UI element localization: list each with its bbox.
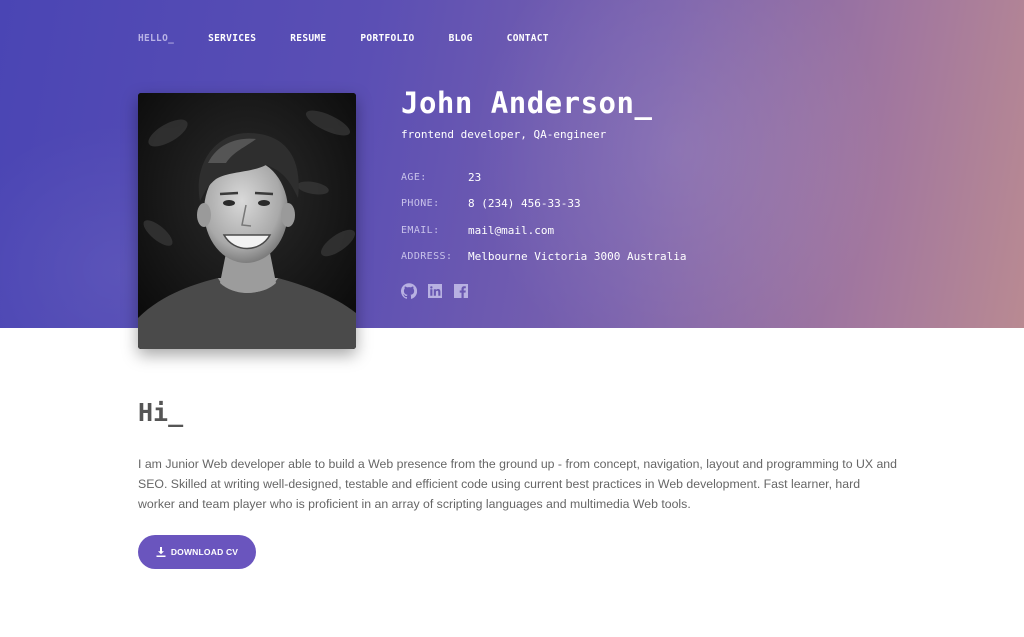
info-value: 8 (234) 456-33-33 bbox=[468, 197, 581, 211]
info-row-age: AGE: 23 bbox=[401, 171, 687, 197]
github-icon[interactable] bbox=[401, 283, 417, 299]
info-row-address: ADDRESS: Melbourne Victoria 3000 Austral… bbox=[401, 250, 687, 276]
profile-subtitle: frontend developer, QA-engineer bbox=[401, 128, 607, 141]
main-nav: HELLO_ SERVICES RESUME PORTFOLIO BLOG CO… bbox=[138, 33, 583, 44]
info-label: PHONE: bbox=[401, 198, 440, 210]
info-value: 23 bbox=[468, 171, 482, 184]
about-heading: Hi_ bbox=[138, 398, 184, 427]
profile-photo-illustration bbox=[138, 93, 356, 349]
profile-info-list: AGE: 23 PHONE: 8 (234) 456-33-33 EMAIL: … bbox=[401, 171, 687, 276]
nav-item-contact[interactable]: CONTACT bbox=[507, 33, 549, 44]
profile-name: John Anderson_ bbox=[401, 86, 653, 120]
info-label: ADDRESS: bbox=[401, 250, 453, 262]
nav-item-hello[interactable]: HELLO_ bbox=[138, 33, 174, 44]
download-cv-label: DOWNLOAD CV bbox=[170, 547, 239, 557]
download-cv-button[interactable]: DOWNLOAD CV bbox=[138, 535, 256, 569]
hero-background-glow bbox=[470, 0, 890, 328]
download-icon bbox=[156, 547, 166, 557]
nav-item-services[interactable]: SERVICES bbox=[208, 33, 256, 44]
info-row-phone: PHONE: 8 (234) 456-33-33 bbox=[401, 197, 687, 223]
profile-photo bbox=[138, 93, 356, 349]
nav-item-resume[interactable]: RESUME bbox=[290, 33, 326, 44]
info-label: AGE: bbox=[401, 172, 427, 183]
linkedin-icon[interactable] bbox=[427, 283, 443, 299]
facebook-icon[interactable] bbox=[453, 283, 469, 299]
info-value: mail@mail.com bbox=[468, 223, 555, 237]
info-row-email: EMAIL: mail@mail.com bbox=[401, 224, 687, 250]
nav-item-blog[interactable]: BLOG bbox=[449, 33, 473, 44]
nav-item-portfolio[interactable]: PORTFOLIO bbox=[360, 33, 414, 44]
about-text: I am Junior Web developer able to build … bbox=[138, 457, 897, 512]
info-label: EMAIL: bbox=[401, 224, 440, 236]
social-links bbox=[401, 283, 469, 299]
info-value: Melbourne Victoria 3000 Australia bbox=[468, 249, 687, 263]
